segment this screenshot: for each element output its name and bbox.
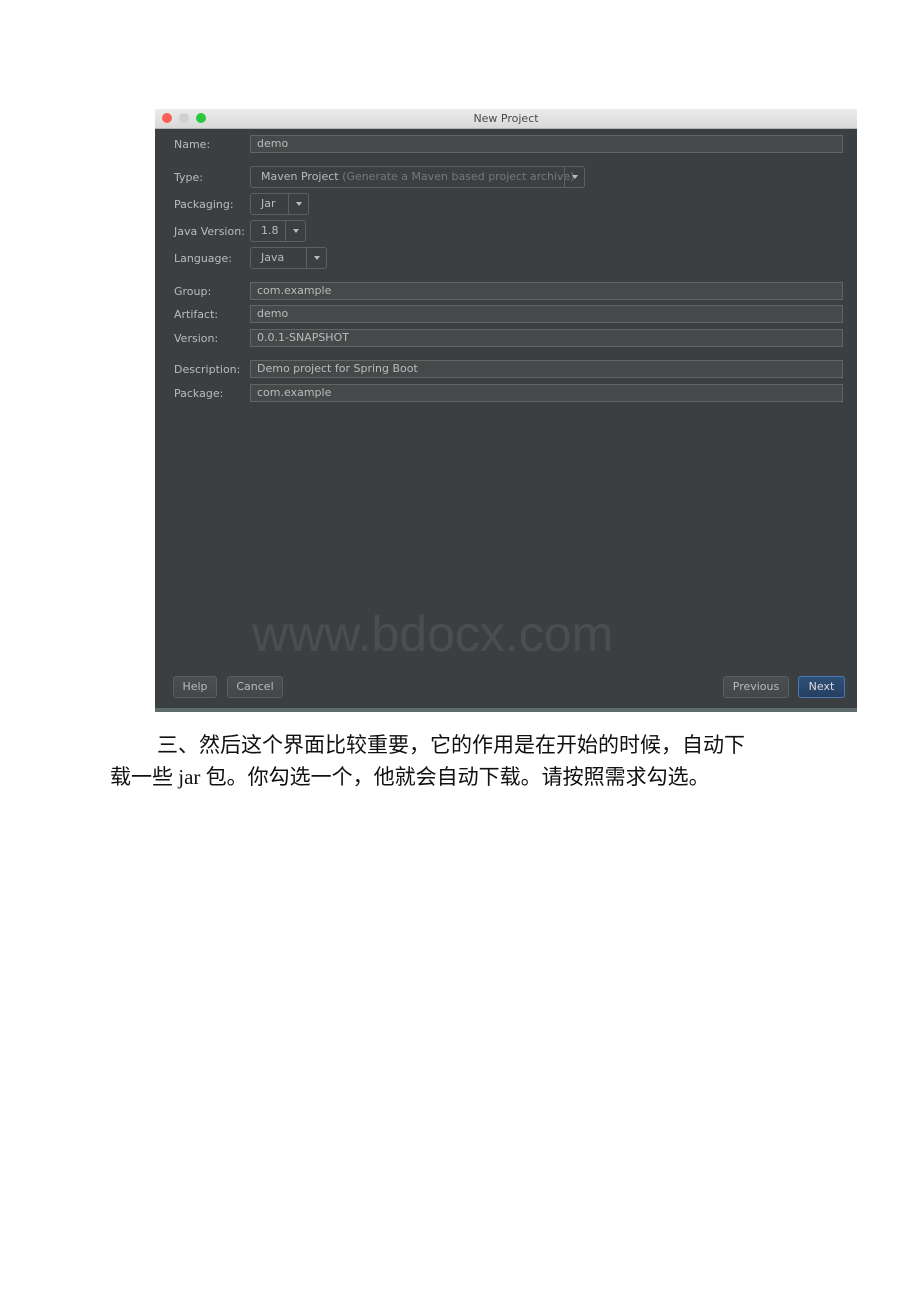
version-label: Version: [174, 332, 219, 345]
watermark: www.bdocx.com [252, 606, 614, 662]
package-field[interactable]: com.example [250, 384, 843, 402]
window-title: New Project [473, 112, 539, 125]
java-version-dropdown[interactable]: 1.8 [250, 220, 306, 242]
chevron-down-icon[interactable] [564, 167, 584, 187]
chevron-down-icon[interactable] [285, 221, 305, 241]
artifact-field[interactable]: demo [250, 305, 843, 323]
type-hint: (Generate a Maven based project archive) [342, 170, 575, 183]
language-value: Java [261, 251, 285, 264]
document-text-line-1: 三、然后这个界面比较重要，它的作用是在开始的时候，自动下 [157, 733, 745, 757]
cancel-button[interactable]: Cancel [227, 676, 283, 698]
chevron-down-icon[interactable] [306, 248, 326, 268]
previous-button[interactable]: Previous [723, 676, 789, 698]
language-dropdown[interactable]: Java [250, 247, 327, 269]
help-button[interactable]: Help [173, 676, 217, 698]
java-version-label: Java Version: [174, 225, 245, 238]
type-label: Type: [174, 171, 203, 184]
description-field[interactable]: Demo project for Spring Boot [250, 360, 843, 378]
language-label: Language: [174, 252, 232, 265]
new-project-dialog: New Project Name: demo Type: Maven Proje… [155, 109, 857, 712]
document-text-line-2: 载一些 jar 包。你勾选一个，他就会自动下载。请按照需求勾选。 [110, 765, 710, 789]
title-bar: New Project [155, 109, 857, 129]
group-field[interactable]: com.example [250, 282, 843, 300]
packaging-label: Packaging: [174, 198, 234, 211]
group-label: Group: [174, 285, 212, 298]
packaging-value: Jar [261, 197, 276, 210]
java-version-value: 1.8 [261, 224, 279, 237]
name-field[interactable]: demo [250, 135, 843, 153]
next-button[interactable]: Next [798, 676, 845, 698]
description-label: Description: [174, 363, 241, 376]
type-value: Maven Project [261, 170, 339, 183]
package-label: Package: [174, 387, 224, 400]
artifact-label: Artifact: [174, 308, 219, 321]
chevron-down-icon[interactable] [288, 194, 308, 214]
name-label: Name: [174, 138, 211, 151]
version-field[interactable]: 0.0.1-SNAPSHOT [250, 329, 843, 347]
type-dropdown[interactable]: Maven Project (Generate a Maven based pr… [250, 166, 585, 188]
dialog-bottom-edge [155, 708, 857, 712]
packaging-dropdown[interactable]: Jar [250, 193, 309, 215]
